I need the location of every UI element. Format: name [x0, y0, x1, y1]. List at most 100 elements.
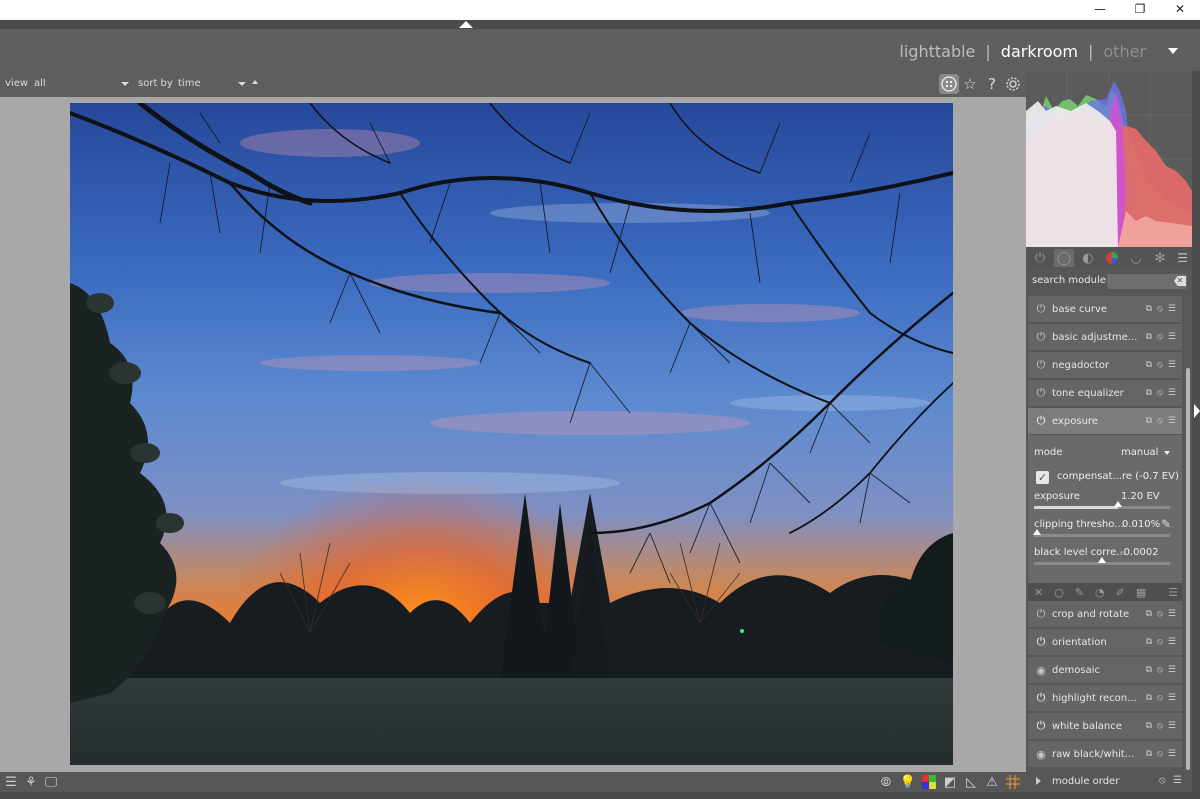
close-button[interactable]: ✕ [1160, 0, 1200, 20]
power-icon[interactable]: ⏻ [1032, 414, 1050, 428]
bottom-panel-collapse-strip[interactable] [0, 792, 1200, 799]
presets-icon[interactable]: ⧉ [1146, 721, 1152, 731]
menu-icon[interactable]: ☰ [1168, 416, 1176, 426]
clipping-slider-track[interactable] [1034, 534, 1170, 537]
menu-icon[interactable]: ☰ [1168, 360, 1176, 370]
bulb-icon[interactable]: 💡 [899, 774, 917, 790]
menu-icon[interactable]: ☰ [2, 774, 20, 790]
view-filter-select[interactable]: all [34, 78, 46, 89]
color-assessment-icon[interactable] [920, 774, 938, 790]
presets-icon[interactable]: ⧉ [1146, 388, 1152, 398]
module-crop-and-rotate[interactable]: ⏻ crop and rotate ⧉ ⦸ ☰ [1028, 601, 1182, 627]
power-icon[interactable]: ⏻ [1032, 302, 1050, 316]
sort-caret-icon[interactable] [238, 82, 246, 86]
power-icon[interactable]: ⏻ [1032, 607, 1050, 621]
color-icon[interactable] [1102, 249, 1122, 267]
presets-icon[interactable]: ⧉ [1146, 665, 1152, 675]
reset-icon[interactable]: ⦸ [1157, 693, 1163, 703]
star-icon[interactable]: ☆ [960, 74, 980, 94]
presets-icon[interactable]: ⧉ [1146, 360, 1152, 370]
sort-select[interactable]: time [178, 78, 201, 89]
module-white-balance[interactable]: ⏻ white balance ⧉ ⦸ ☰ [1028, 713, 1182, 739]
reset-icon[interactable]: ⦸ [1159, 775, 1166, 786]
expand-arrow-icon[interactable] [1036, 777, 1041, 785]
collapse-right-arrow-icon[interactable] [1194, 404, 1200, 418]
exposure-slider-handle[interactable] [1114, 501, 1123, 507]
reset-icon[interactable]: ⦸ [1157, 416, 1163, 426]
reset-icon[interactable]: ⦸ [1157, 637, 1163, 647]
compensate-checkbox[interactable]: ✓ [1036, 471, 1049, 484]
sort-order-icon[interactable] [252, 80, 258, 84]
menu-icon[interactable]: ☰ [1168, 749, 1176, 759]
power-icon[interactable]: ⏻ [1032, 330, 1050, 344]
display-icon[interactable]: 🖵 [42, 774, 60, 790]
image-center-view[interactable] [0, 97, 1026, 772]
eyedropper-icon[interactable]: ✎ [1161, 517, 1171, 531]
menu-icon[interactable]: ☰ [1168, 721, 1176, 731]
reset-icon[interactable]: ⦸ [1157, 721, 1163, 731]
raw-overexposed-icon[interactable] [1004, 774, 1022, 790]
module-list-scroll-thumb[interactable] [1186, 368, 1190, 770]
mode-caret-icon[interactable] [1164, 451, 1170, 455]
reset-icon[interactable]: ⦸ [1157, 665, 1163, 675]
presets-icon[interactable]: ⧉ [1146, 416, 1152, 426]
module-exposure[interactable]: ⏻ exposure ⧉ ⦸ ☰ [1028, 408, 1182, 434]
reset-icon[interactable]: ⦸ [1157, 388, 1163, 398]
grid-icon[interactable] [939, 74, 959, 94]
view-filter-caret-icon[interactable] [121, 82, 129, 86]
warning-icon[interactable]: ⚠ [983, 774, 1001, 790]
reset-icon[interactable]: ⦸ [1157, 332, 1163, 342]
menu-icon[interactable]: ☰ [1168, 332, 1176, 342]
menu-icon[interactable]: ☰ [1168, 304, 1176, 314]
presets-icon[interactable]: ⧉ [1146, 304, 1152, 314]
presets-icon[interactable]: ⧉ [1146, 609, 1152, 619]
module-negadoctor[interactable]: ⏻ negadoctor ⧉ ⦸ ☰ [1028, 352, 1182, 378]
mask-parametric-icon[interactable]: ◔ [1095, 586, 1105, 599]
clipping-slider-handle[interactable] [1032, 529, 1041, 535]
histogram[interactable] [1026, 71, 1192, 247]
photo-preview[interactable] [70, 103, 953, 765]
module-highlight-reconstruction[interactable]: ⏻ highlight recon... ⧉ ⦸ ☰ [1028, 685, 1182, 711]
menu-icon[interactable]: ☰ [1173, 775, 1182, 786]
menu-icon[interactable]: ☰ [1168, 609, 1176, 619]
presets-icon[interactable]: ⧉ [1146, 637, 1152, 647]
right-panel-collapse-strip[interactable] [1192, 71, 1200, 799]
softproof-icon[interactable]: ◩ [941, 774, 959, 790]
reset-icon[interactable]: ⦸ [1157, 304, 1163, 314]
menu-icon[interactable]: ☰ [1168, 665, 1176, 675]
reset-icon[interactable]: ⦸ [1157, 360, 1163, 370]
mode-select[interactable]: manual [1121, 447, 1158, 458]
view-darkroom[interactable]: darkroom [1001, 42, 1078, 61]
module-orientation[interactable]: ⏻ orientation ⧉ ⦸ ☰ [1028, 629, 1182, 655]
focus-peaking-icon[interactable]: ⦾ [877, 774, 895, 790]
module-demosaic[interactable]: ◉ demosaic ⧉ ⦸ ☰ [1028, 657, 1182, 683]
restore-button[interactable]: ❐ [1120, 0, 1160, 20]
power-icon[interactable]: ⏻ [1032, 691, 1050, 705]
circle-icon[interactable]: ◯ [1054, 249, 1074, 267]
minimize-button[interactable]: — [1080, 0, 1120, 20]
help-icon[interactable]: ? [982, 74, 1002, 94]
mask-uniform-icon[interactable]: ○ [1054, 586, 1064, 599]
menu-icon[interactable]: ☰ [1177, 251, 1188, 265]
black-level-slider-handle[interactable] [1098, 557, 1106, 563]
mask-drawn-icon[interactable]: ✎ [1075, 586, 1084, 599]
presets-icon[interactable]: ⧉ [1146, 749, 1152, 759]
power-icon[interactable]: ⏻ [1032, 635, 1050, 649]
effect-icon[interactable]: ✻ [1150, 249, 1170, 267]
menu-icon[interactable]: ☰ [1168, 693, 1176, 703]
module-tone-equalizer[interactable]: ⏻ tone equalizer ⧉ ⦸ ☰ [1028, 380, 1182, 406]
mask-raster-icon[interactable]: ▦ [1136, 586, 1146, 599]
module-raw-black-white-point[interactable]: ◉ raw black/whit... ⧉ ⦸ ☰ [1028, 741, 1182, 767]
module-basic-adjustments[interactable]: ⏻ basic adjustme... ⧉ ⦸ ☰ [1028, 324, 1182, 350]
menu-icon[interactable]: ☰ [1168, 637, 1176, 647]
power-icon[interactable]: ⏻ [1030, 249, 1050, 267]
view-other[interactable]: other [1103, 42, 1146, 61]
reset-icon[interactable]: ⦸ [1157, 609, 1163, 619]
reset-icon[interactable]: ⦸ [1157, 749, 1163, 759]
views-dropdown-icon[interactable] [1168, 48, 1178, 54]
mask-off-icon[interactable]: ✕ [1034, 586, 1043, 599]
mask-drawn-parametric-icon[interactable]: ✐ [1116, 586, 1125, 599]
menu-icon[interactable]: ☰ [1168, 586, 1178, 599]
view-lighttable[interactable]: lighttable [899, 42, 975, 61]
styles-icon[interactable]: ⚘ [22, 774, 40, 790]
